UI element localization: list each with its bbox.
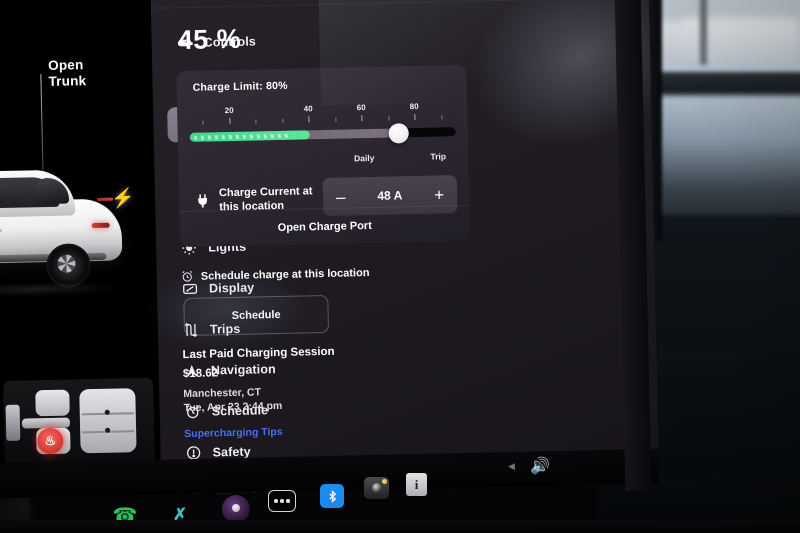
parked-car-background-2 <box>680 18 800 60</box>
volume-icon[interactable]: 🔊 <box>525 455 555 477</box>
vehicle-visualization-column: Open Trunk ⚡ ♨ <box>0 0 162 499</box>
charge-limit-slider[interactable]: 20 40 60 80 <box>189 101 456 155</box>
touchscreen[interactable]: Open Trunk ⚡ ♨ Controls Lights Display T… <box>0 0 660 499</box>
front-left-seat[interactable] <box>35 389 70 417</box>
car-render-stage[interactable]: Open Trunk ⚡ <box>0 3 159 378</box>
battery-percent: 45 % <box>177 23 242 56</box>
mode-daily-label[interactable]: Daily <box>354 153 375 163</box>
charge-limit-label: Charge Limit: 80% <box>192 79 288 94</box>
open-trunk-label-line2: Trunk <box>48 73 87 89</box>
slider-tick-label-20: 20 <box>224 105 234 116</box>
steering-wheel-indicator[interactable] <box>5 404 21 441</box>
bench-button-bottom <box>105 427 111 433</box>
alarm-clock-icon <box>182 270 193 282</box>
last-paid-session: Last Paid Charging Session $18.62 Manche… <box>182 344 434 440</box>
open-charge-port-button[interactable]: Open Charge Port <box>179 206 470 247</box>
slider-ticks: 20 40 60 80 <box>189 101 455 129</box>
car-3d-render <box>0 164 158 304</box>
info-icon[interactable]: i <box>406 473 427 496</box>
slider-handle[interactable] <box>388 122 409 144</box>
car-shadow <box>0 280 124 299</box>
schedule-charge-label: Schedule charge at this location <box>200 266 370 283</box>
media-icon[interactable] <box>222 495 250 523</box>
slider-tick-label-80: 80 <box>409 101 419 112</box>
car-rear-window <box>36 177 70 205</box>
camera-icon[interactable] <box>364 477 389 499</box>
settings-pane: Search Settings Profile 1 <box>150 0 660 499</box>
slider-tick-label-40: 40 <box>303 104 313 114</box>
mode-trip-label[interactable]: Trip <box>430 151 446 161</box>
volume-left-chevron[interactable]: ◀ <box>508 461 515 472</box>
charge-limit-card: Charge Limit: 80% 20 40 60 80 Daily Trip… <box>176 64 471 248</box>
car-taillight <box>91 222 110 229</box>
rear-bench-seat[interactable] <box>79 388 137 454</box>
messages-icon[interactable] <box>268 490 296 512</box>
bench-button-top <box>104 409 110 415</box>
slider-mode-labels: Daily Trip <box>190 151 456 171</box>
open-trunk-label[interactable]: Open Trunk <box>48 57 86 90</box>
light-pole-background <box>700 0 707 65</box>
photo-bottom-shadow <box>0 520 800 533</box>
increase-current-button[interactable]: + <box>434 185 444 204</box>
decrease-current-button[interactable]: – <box>336 187 346 206</box>
bolt-icon[interactable]: ⚡ <box>111 188 135 210</box>
open-trunk-label-line1: Open <box>47 57 84 73</box>
charge-current-value: 48 A <box>377 188 403 203</box>
sidebar-label: Safety <box>212 444 251 459</box>
seat-climate-diagram[interactable]: ♨ <box>3 377 155 470</box>
photo-of-tesla-touchscreen: Open Trunk ⚡ ♨ Controls Lights Display T… <box>0 0 800 533</box>
schedule-button[interactable]: Schedule <box>183 294 330 337</box>
last-session-amount: $18.62 <box>182 367 219 381</box>
plug-icon <box>198 194 208 208</box>
schedule-charge-header: Schedule charge at this location <box>181 266 370 283</box>
bluetooth-icon[interactable] <box>320 484 344 508</box>
slider-tick-label-60: 60 <box>356 103 366 113</box>
